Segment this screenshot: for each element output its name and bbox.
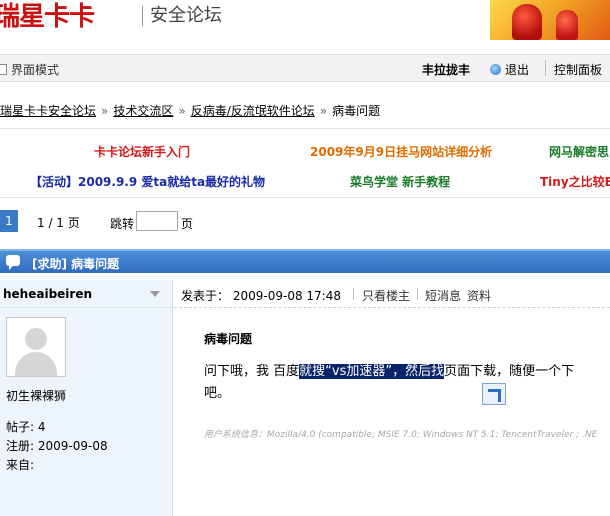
posted-time: 2009-09-08 17:48 (232, 289, 341, 303)
announcement-link[interactable]: 【活动】2009.9.9 爱ta就给ta最好的礼物 (30, 173, 265, 190)
logout-button[interactable]: 退出 (490, 61, 529, 78)
announcement-link[interactable]: 网马解密思 (549, 143, 609, 160)
lantern-graphic-small (556, 10, 578, 40)
posted-label: 发表于： (181, 289, 230, 303)
jump-label: 跳转 (110, 217, 135, 231)
site-logo[interactable]: 瑞星卡卡 (0, 0, 95, 33)
site-header: 瑞星卡卡 安全论坛 (0, 0, 610, 46)
only-author-link[interactable]: 只看楼主 (362, 287, 410, 304)
post-header: 发表于： 2009-09-08 17:48 只看楼主 短消息 资料 (174, 280, 610, 308)
user-agent-info: 用户系统信息：Mozilla/4.0 (compatible; MSIE 7.0… (204, 430, 598, 440)
avatar-body-shape (15, 352, 57, 376)
announcement-link[interactable]: Tiny之比较B (540, 173, 610, 190)
announcement-link[interactable]: 2009年9月9日挂马网站详细分析 (310, 143, 492, 160)
post-text-selected: 就搜“vs加速器”，然后找 (299, 364, 445, 379)
announcement-link[interactable]: 卡卡论坛新手入门 (94, 143, 190, 160)
post-title: 病毒问题 (204, 332, 253, 346)
author-sidebar: heheaibeiren 初生裸裸狮 帖子: 4 注册: 2009-09-08 … (0, 280, 173, 516)
avatar-head-shape (25, 328, 47, 350)
announcement-link[interactable]: 菜鸟学堂 新手教程 (350, 173, 450, 190)
logo-separator (142, 6, 143, 26)
header-banner[interactable] (490, 0, 610, 40)
thread-title: [求助] 病毒问题 (32, 257, 120, 271)
post-timestamp: 发表于： 2009-09-08 17:48 (181, 287, 341, 304)
post-text: 页面下载，随便一个下 (444, 364, 575, 379)
interface-mode-toggle[interactable]: 界面模式 (0, 61, 59, 78)
author-header: heheaibeiren (0, 280, 172, 308)
avatar (6, 317, 66, 377)
speech-bubble-icon (6, 255, 20, 270)
breadcrumb-separator: » (178, 104, 186, 118)
author-registered: 注册: 2009-09-08 (6, 439, 108, 453)
author-from: 来自: (6, 458, 35, 472)
profile-link[interactable]: 资料 (467, 287, 491, 304)
author-name[interactable]: heheaibeiren (3, 287, 92, 301)
page-count: 1 / 1 页 (37, 216, 80, 230)
breadcrumb-separator: » (319, 104, 328, 118)
open-link-icon[interactable] (482, 383, 506, 405)
logout-label: 退出 (505, 63, 530, 77)
breadcrumb: 瑞星卡卡安全论坛 » 技术交流区 » 反病毒/反流氓软件论坛 » 病毒问题 (0, 102, 380, 119)
author-rank: 初生裸裸狮 (6, 389, 67, 403)
breadcrumb-current: 病毒问题 (332, 104, 381, 118)
short-message-link[interactable]: 短消息 (425, 287, 461, 304)
breadcrumb-separator: » (101, 104, 109, 118)
top-toolbar: 界面模式 丰拉拢丰 退出 控制面板 (0, 54, 610, 82)
announcement-links: 卡卡论坛新手入门 2009年9月9日挂马网站详细分析 网马解密思 【活动】200… (0, 128, 610, 198)
header-separator (353, 288, 354, 300)
logout-icon (490, 64, 501, 75)
site-subtitle: 安全论坛 (150, 5, 222, 26)
thread-title-bar: [求助] 病毒问题 (0, 249, 610, 273)
username[interactable]: 丰拉拢丰 (422, 61, 470, 78)
control-panel-link[interactable]: 控制面板 (554, 61, 602, 78)
post-text-line: 问下哦，我 百度就搜“vs加速器”，然后找页面下载，随便一个下 (204, 360, 574, 379)
toolbar-separator (545, 60, 546, 76)
breadcrumb-tech-area[interactable]: 技术交流区 (113, 104, 173, 118)
header-separator (417, 288, 418, 300)
page-button-current[interactable]: 1 (0, 210, 18, 232)
checkbox-icon (0, 64, 7, 75)
post-text: 问下哦，我 百度 (204, 364, 300, 379)
breadcrumb-home[interactable]: 瑞星卡卡安全论坛 (0, 104, 96, 118)
interface-mode-label: 界面模式 (11, 63, 60, 77)
chevron-down-icon[interactable] (150, 291, 160, 297)
jump-unit-label: 页 (181, 217, 194, 231)
jump-page-input[interactable] (136, 211, 178, 231)
post-text-line: 吧。 (204, 386, 231, 401)
breadcrumb-antivirus-forum[interactable]: 反病毒/反流氓软件论坛 (191, 104, 315, 118)
author-posts: 帖子: 4 (6, 420, 46, 434)
lantern-graphic (512, 4, 542, 40)
